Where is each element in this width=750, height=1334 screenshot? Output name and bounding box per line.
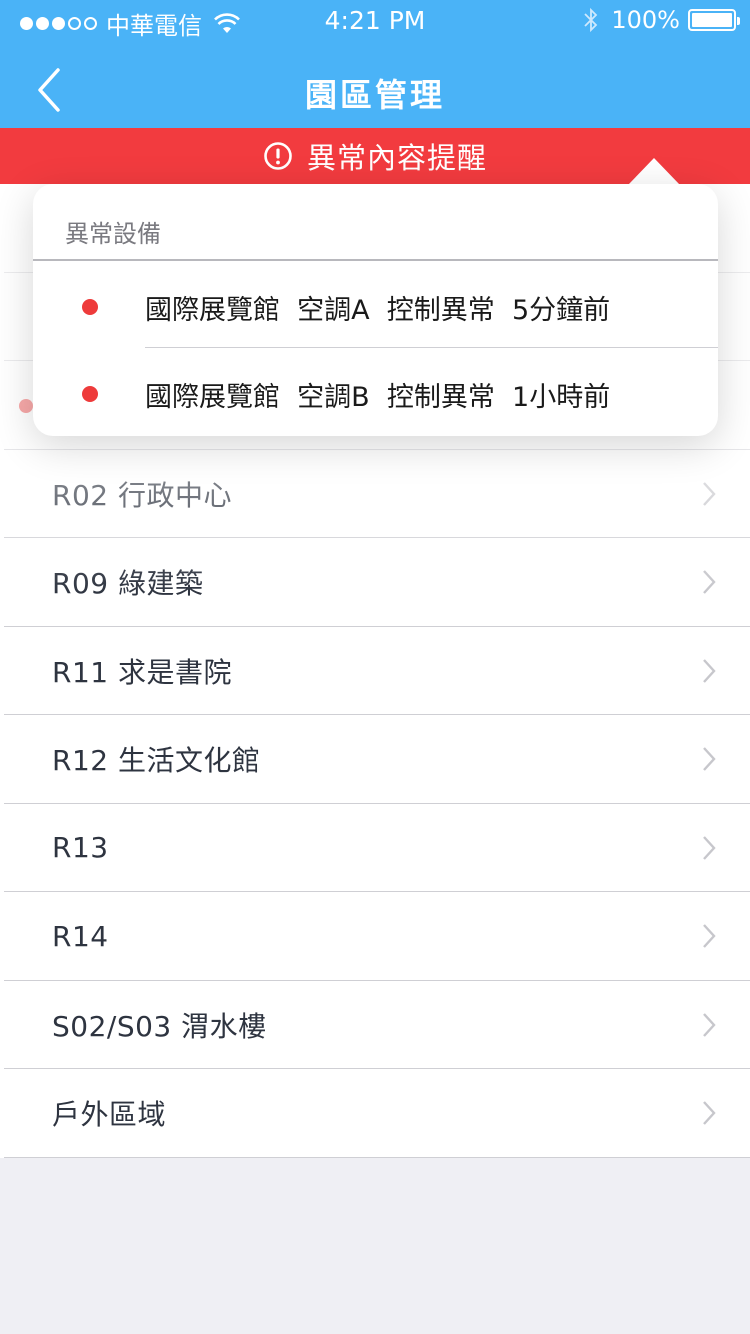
list-item[interactable]: 戶外區域 xyxy=(0,1069,750,1158)
chevron-right-icon xyxy=(703,747,716,771)
anomaly-item[interactable]: 國際展覽館 空調A 控制異常 5分鐘前 xyxy=(33,261,718,348)
red-dot-icon xyxy=(19,399,33,413)
chevron-right-icon xyxy=(703,570,716,594)
anomaly-item[interactable]: 國際展覽館 空調B 控制異常 1小時前 xyxy=(33,348,718,435)
popover-arrow xyxy=(628,158,680,185)
bluetooth-icon xyxy=(584,7,598,33)
list-item[interactable]: R11 求是書院 xyxy=(0,626,750,715)
page-title: 園區管理 xyxy=(304,76,445,114)
popover-header: 異常設備 xyxy=(33,184,718,261)
top-bar: 中華電信 4:21 PM 100% 園區管理 xyxy=(0,0,750,128)
list-item[interactable]: S02/S03 渭水樓 xyxy=(0,980,750,1069)
alert-bar-label: 異常內容提醒 xyxy=(306,141,487,175)
list-item[interactable]: R12 生活文化館 xyxy=(0,715,750,804)
list-item-label: S02/S03 渭水樓 xyxy=(52,1009,267,1043)
list-item-label: R12 生活文化館 xyxy=(52,744,261,778)
red-dot-icon xyxy=(82,386,98,402)
chevron-right-icon xyxy=(703,481,716,506)
battery-percent: 100% xyxy=(611,6,680,34)
chevron-right-icon xyxy=(703,1012,716,1037)
status-bar: 中華電信 4:21 PM 100% xyxy=(0,0,750,40)
chevron-right-icon xyxy=(703,835,716,860)
list-item-label: R09 綠建築 xyxy=(52,567,204,601)
exclamation-circle-icon xyxy=(264,142,292,170)
battery-icon xyxy=(688,9,740,31)
chevron-right-icon xyxy=(703,658,716,683)
list-item[interactable]: R09 綠建築 xyxy=(0,538,750,627)
list-item-label: R02 行政中心 xyxy=(52,478,232,512)
list-item[interactable]: R13 xyxy=(0,803,750,892)
list-item[interactable]: R14 xyxy=(0,892,750,981)
anomaly-item-text: 國際展覽館 空調A 控制異常 5分鐘前 xyxy=(145,295,611,326)
battery-area: 100% xyxy=(583,6,740,34)
list-item[interactable]: R02 行政中心 xyxy=(0,449,750,538)
list-item-label: 戶外區域 xyxy=(52,1098,167,1132)
list-item-label: R11 求是書院 xyxy=(52,655,232,689)
nav-bar: 園區管理 xyxy=(0,40,750,128)
anomaly-popover: 異常設備 國際展覽館 空調A 控制異常 5分鐘前 國際展覽館 空調B 控制異常 … xyxy=(33,184,718,436)
red-dot-icon xyxy=(82,299,98,315)
list-item-label: R13 xyxy=(52,831,109,865)
chevron-right-icon xyxy=(703,924,716,948)
chevron-right-icon xyxy=(703,1101,716,1125)
anomaly-item-text: 國際展覽館 空調B 控制異常 1小時前 xyxy=(145,382,611,413)
list-item-label: R14 xyxy=(52,919,109,953)
popover-header-label: 異常設備 xyxy=(65,220,161,248)
